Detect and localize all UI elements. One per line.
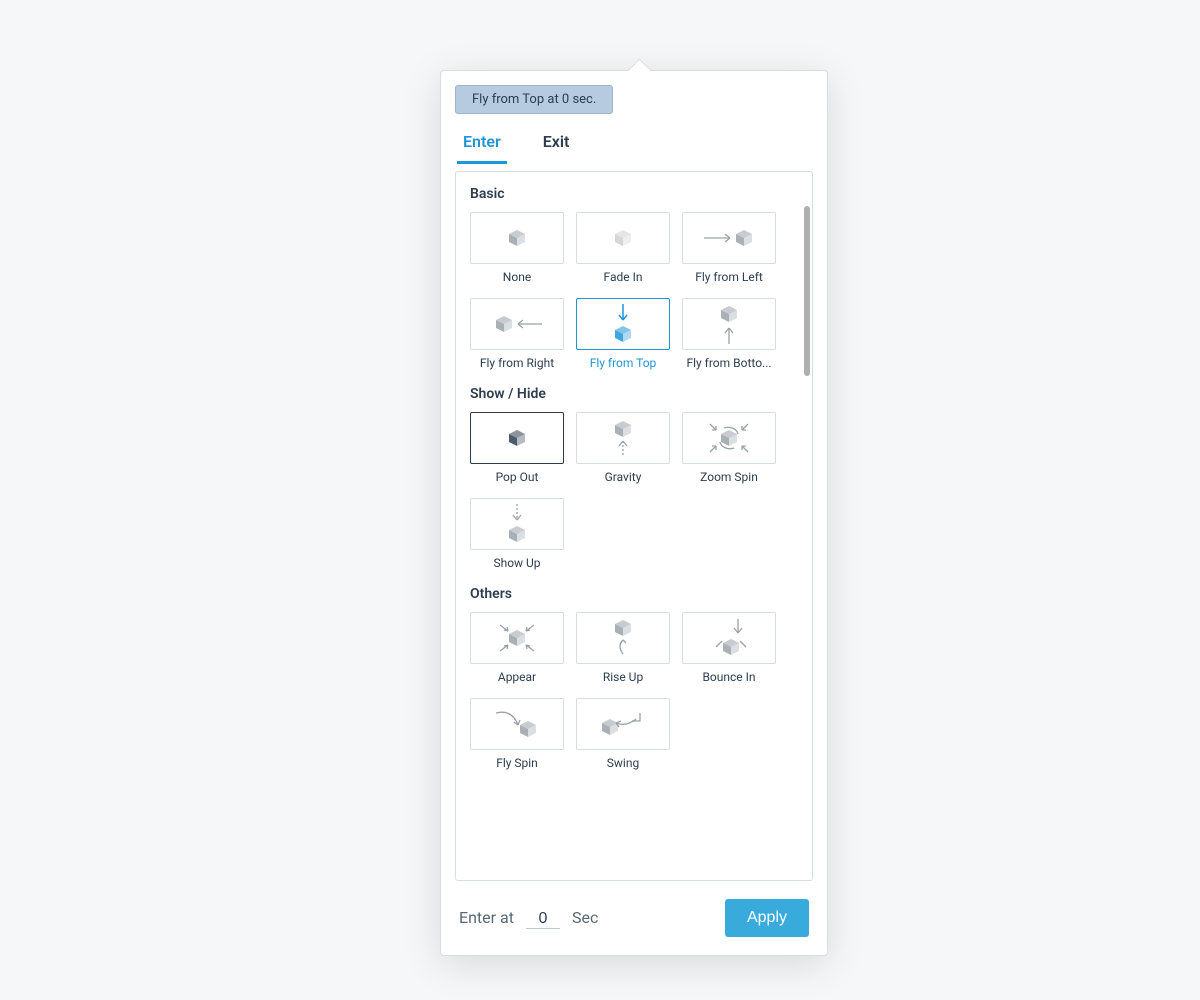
animation-label: Pop Out bbox=[470, 470, 564, 484]
thumb-appear[interactable] bbox=[470, 612, 564, 664]
bounce-icon bbox=[706, 617, 752, 659]
enter-at-group: Enter at Sec bbox=[459, 908, 598, 929]
thumb-rise-up[interactable] bbox=[576, 612, 670, 664]
animation-fly-spin[interactable]: Fly Spin bbox=[470, 698, 564, 770]
animation-gravity[interactable]: Gravity bbox=[576, 412, 670, 484]
animation-fade-in[interactable]: Fade In bbox=[576, 212, 670, 284]
animation-fly-from-right[interactable]: Fly from Right bbox=[470, 298, 564, 370]
section-basic: Basic None Fade In bbox=[470, 186, 806, 370]
enter-at-input[interactable] bbox=[526, 910, 560, 929]
thumb-swing[interactable] bbox=[576, 698, 670, 750]
animation-label: Fly from Left bbox=[682, 270, 776, 284]
thumb-fly-right[interactable] bbox=[470, 298, 564, 350]
animation-label: None bbox=[470, 270, 564, 284]
animation-none[interactable]: None bbox=[470, 212, 564, 284]
section-show-hide: Show / Hide Pop Out bbox=[470, 386, 806, 570]
animation-swing[interactable]: Swing bbox=[576, 698, 670, 770]
animation-label: Show Up bbox=[470, 556, 564, 570]
thumb-pop-out[interactable] bbox=[470, 412, 564, 464]
animation-zoom-spin[interactable]: Zoom Spin bbox=[682, 412, 776, 484]
arrow-down-cube-icon bbox=[611, 302, 635, 346]
section-title: Basic bbox=[470, 186, 806, 202]
animation-label: Fly Spin bbox=[470, 756, 564, 770]
thumb-fly-left[interactable] bbox=[682, 212, 776, 264]
thumb-fly-bottom[interactable] bbox=[682, 298, 776, 350]
arrow-left-cube-icon bbox=[488, 312, 546, 336]
animation-rise-up[interactable]: Rise Up bbox=[576, 612, 670, 684]
animation-label: Fly from Right bbox=[470, 356, 564, 370]
tab-exit[interactable]: Exit bbox=[537, 124, 576, 164]
cube-dark-icon bbox=[507, 428, 527, 448]
current-animation-chip[interactable]: Fly from Top at 0 sec. bbox=[455, 85, 613, 114]
thumb-zoom-spin[interactable] bbox=[682, 412, 776, 464]
arrow-right-cube-icon bbox=[700, 226, 758, 250]
curve-up-cube-icon bbox=[611, 616, 635, 660]
thumb-none[interactable] bbox=[470, 212, 564, 264]
thumb-fade-in[interactable] bbox=[576, 212, 670, 264]
animation-label: Fly from Top bbox=[576, 356, 670, 370]
tab-bar: Enter Exit bbox=[441, 124, 827, 165]
section-title: Others bbox=[470, 586, 806, 602]
animation-label: Appear bbox=[470, 670, 564, 684]
zoom-spin-icon bbox=[704, 418, 754, 458]
converge-icon bbox=[494, 619, 540, 657]
apply-button[interactable]: Apply bbox=[725, 899, 809, 937]
arrow-up-cube-icon bbox=[717, 302, 741, 346]
dashed-down-cube-icon bbox=[505, 502, 529, 546]
animation-label: Swing bbox=[576, 756, 670, 770]
animation-label: Gravity bbox=[576, 470, 670, 484]
thumb-fly-spin[interactable] bbox=[470, 698, 564, 750]
swing-icon bbox=[596, 707, 650, 741]
thumb-fly-top[interactable] bbox=[576, 298, 670, 350]
enter-at-label: Enter at bbox=[459, 908, 514, 927]
animation-bounce-in[interactable]: Bounce In bbox=[682, 612, 776, 684]
animation-fly-from-bottom[interactable]: Fly from Botto... bbox=[682, 298, 776, 370]
panel-footer: Enter at Sec Apply bbox=[441, 881, 827, 937]
animation-label: Bounce In bbox=[682, 670, 776, 684]
animation-fly-from-top[interactable]: Fly from Top bbox=[576, 298, 670, 370]
tab-enter[interactable]: Enter bbox=[457, 124, 507, 164]
animation-label: Fade In bbox=[576, 270, 670, 284]
scrollbar-thumb[interactable] bbox=[804, 206, 810, 376]
animation-label: Fly from Botto... bbox=[682, 356, 776, 370]
cube-dashed-up-icon bbox=[611, 417, 635, 459]
animation-appear[interactable]: Appear bbox=[470, 612, 564, 684]
animation-show-up[interactable]: Show Up bbox=[470, 498, 564, 570]
animation-list: Basic None Fade In bbox=[455, 171, 813, 881]
animation-label: Rise Up bbox=[576, 670, 670, 684]
enter-at-unit: Sec bbox=[572, 908, 598, 927]
arc-right-cube-icon bbox=[490, 707, 544, 741]
cube-faded-icon bbox=[613, 228, 633, 248]
animation-pop-out[interactable]: Pop Out bbox=[470, 412, 564, 484]
animation-fly-from-left[interactable]: Fly from Left bbox=[682, 212, 776, 284]
cube-icon bbox=[507, 228, 527, 248]
section-title: Show / Hide bbox=[470, 386, 806, 402]
thumb-show-up[interactable] bbox=[470, 498, 564, 550]
animation-label: Zoom Spin bbox=[682, 470, 776, 484]
animation-panel: Fly from Top at 0 sec. Enter Exit Basic … bbox=[440, 70, 828, 956]
thumb-bounce-in[interactable] bbox=[682, 612, 776, 664]
section-others: Others Appear bbox=[470, 586, 806, 770]
thumb-gravity[interactable] bbox=[576, 412, 670, 464]
